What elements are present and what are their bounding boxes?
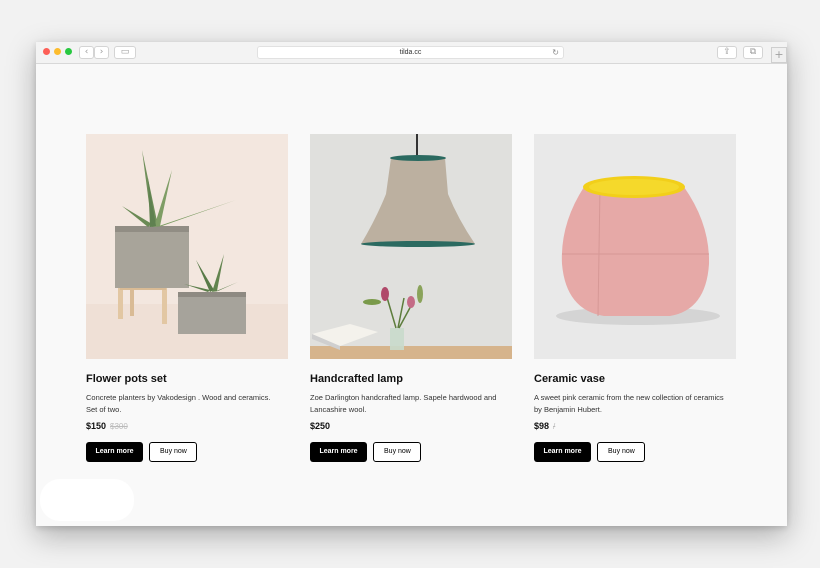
card-buttons: Learn more Buy now [534, 442, 736, 462]
price-row: $98/ [534, 420, 736, 432]
learn-more-button[interactable]: Learn more [310, 442, 367, 462]
product-description: Concrete planters by Vakodesign . Wood a… [86, 393, 271, 414]
product-card: Flower pots set Concrete planters by Vak… [86, 134, 288, 462]
address-bar[interactable]: tilda.cc ↻ [257, 46, 564, 59]
product-old-price: / [553, 422, 556, 431]
card-buttons: Learn more Buy now [310, 442, 512, 462]
flower-pots-image [86, 134, 288, 359]
minimize-window-icon[interactable] [54, 48, 61, 55]
ceramic-vase-image [534, 134, 736, 359]
product-price: $98 [534, 421, 550, 431]
product-price: $250 [310, 421, 331, 431]
buy-now-button[interactable]: Buy now [149, 442, 198, 462]
buy-now-button[interactable]: Buy now [373, 442, 422, 462]
product-title: Ceramic vase [534, 373, 605, 385]
product-price: $150 [86, 421, 107, 431]
reload-icon[interactable]: ↻ [552, 47, 559, 58]
browser-window: ‹ › ▭ tilda.cc ↻ ⇪ ⧉ Flower pots set Con… [36, 42, 787, 526]
url-text: tilda.cc [399, 49, 422, 56]
buy-now-button[interactable]: Buy now [597, 442, 646, 462]
product-title: Flower pots set [86, 373, 167, 385]
product-description: Zoe Darlington handcrafted lamp. Sapele … [310, 393, 497, 414]
product-card: Handcrafted lamp Zoe Darlington handcraf… [310, 134, 512, 462]
sidebar-toggle-icon[interactable]: ▭ [114, 46, 136, 59]
back-arrow-icon[interactable]: ‹ [79, 46, 94, 59]
learn-more-button[interactable]: Learn more [534, 442, 591, 462]
share-icon[interactable]: ⇪ [717, 46, 737, 59]
product-old-price: $300 [110, 422, 128, 431]
product-card: Ceramic vase A sweet pink ceramic from t… [534, 134, 736, 462]
product-title: Handcrafted lamp [310, 373, 403, 385]
price-row: $250 [310, 420, 512, 432]
maximize-window-icon[interactable] [65, 48, 72, 55]
product-description: A sweet pink ceramic from the new collec… [534, 393, 724, 414]
price-row: $150 $300 [86, 420, 288, 432]
new-tab-icon[interactable]: + [771, 47, 787, 63]
learn-more-button[interactable]: Learn more [86, 442, 143, 462]
page-content: Flower pots set Concrete planters by Vak… [36, 65, 787, 526]
forward-arrow-icon[interactable]: › [94, 46, 109, 59]
tabs-overview-icon[interactable]: ⧉ [743, 46, 763, 59]
floating-widget[interactable] [40, 479, 134, 521]
card-buttons: Learn more Buy now [86, 442, 288, 462]
handcrafted-lamp-image [310, 134, 512, 359]
close-window-icon[interactable] [43, 48, 50, 55]
browser-toolbar: ‹ › ▭ tilda.cc ↻ ⇪ ⧉ [36, 42, 787, 64]
